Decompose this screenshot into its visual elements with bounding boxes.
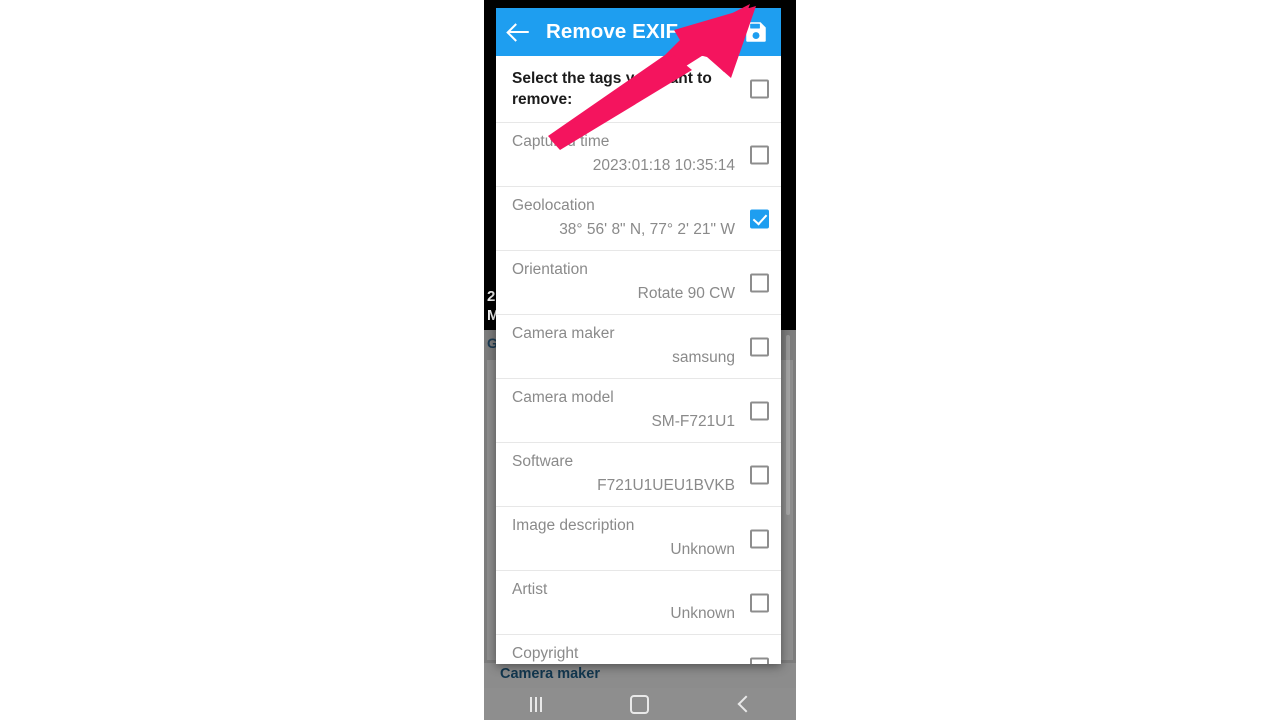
table-row[interactable]: Camera maker samsung: [496, 315, 781, 379]
nav-back-icon: [737, 695, 755, 713]
row-value: F721U1UEU1BVKB: [597, 477, 735, 494]
row-label: Copyright: [512, 645, 579, 662]
row-label: Captured time: [512, 133, 610, 150]
list-header-row[interactable]: Select the tags you want to remove:: [496, 56, 781, 123]
row-label: Orientation: [512, 261, 588, 278]
page-canvas: 2 M G Camera maker Remove EXIF Select th…: [0, 0, 1280, 720]
row-label: Software: [512, 453, 574, 470]
remove-exif-dialog: Remove EXIF Select the tags you want to …: [496, 8, 781, 664]
row-checkbox[interactable]: [750, 337, 769, 356]
home-icon: [630, 694, 650, 714]
list-header-checkbox[interactable]: [750, 79, 769, 99]
exif-tag-list[interactable]: Select the tags you want to remove: Capt…: [496, 56, 781, 664]
row-checkbox[interactable]: [750, 145, 769, 164]
table-row[interactable]: CopyrightUnknown: [496, 635, 781, 664]
dialog-appbar: Remove EXIF: [496, 8, 781, 56]
row-checkbox[interactable]: [750, 657, 769, 664]
row-value: samsung: [672, 349, 735, 366]
row-checkbox[interactable]: [750, 401, 769, 420]
list-header-label: Select the tags you want to remove:: [512, 70, 712, 108]
row-value: 2023:01:18 10:35:14: [592, 157, 735, 174]
android-navigation-bar: [484, 688, 796, 720]
phone-screenshot: 2 M G Camera maker Remove EXIF Select th…: [484, 0, 796, 720]
table-row[interactable]: Software F721U1UEU1BVKB: [496, 443, 781, 507]
recents-icon: [529, 696, 542, 712]
row-label: Image description: [512, 517, 635, 534]
background-bottom-label: Camera maker: [484, 663, 796, 688]
nav-recents-button[interactable]: [485, 688, 588, 720]
row-checkbox[interactable]: [750, 465, 769, 484]
background-fragment-1: 2: [487, 288, 496, 305]
background-bottom-label-text: Camera maker: [500, 666, 600, 682]
row-checkbox[interactable]: [750, 273, 769, 292]
nav-home-button[interactable]: [589, 688, 692, 720]
table-row[interactable]: Geolocation 38° 56' 8" N, 77° 2' 21" W: [496, 187, 781, 251]
row-value: 38° 56' 8" N, 77° 2' 21" W: [559, 221, 735, 238]
row-checkbox[interactable]: [750, 593, 769, 612]
row-label: Camera maker: [512, 325, 615, 342]
table-row[interactable]: Camera model SM-F721U1: [496, 379, 781, 443]
save-floppy-icon[interactable]: [743, 19, 769, 45]
table-row[interactable]: Captured time 2023:01:18 10:35:14: [496, 123, 781, 187]
row-checkbox[interactable]: [750, 529, 769, 548]
row-checkbox[interactable]: [750, 209, 769, 228]
nav-back-button[interactable]: [693, 688, 796, 720]
page-title: Remove EXIF: [546, 20, 679, 43]
background-scrollbar[interactable]: [786, 335, 790, 515]
row-label: Camera model: [512, 389, 614, 406]
row-value: Unknown: [670, 605, 735, 622]
table-row[interactable]: Image description Unknown: [496, 507, 781, 571]
back-arrow-icon[interactable]: [506, 19, 532, 45]
table-row[interactable]: Orientation Rotate 90 CW: [496, 251, 781, 315]
row-value: Unknown: [670, 541, 735, 558]
table-row[interactable]: Artist Unknown: [496, 571, 781, 635]
exif-rows-container: Captured time 2023:01:18 10:35:14 Geolocat…: [496, 123, 781, 664]
row-label: Artist: [512, 581, 548, 598]
row-label: Geolocation: [512, 197, 595, 214]
row-value: SM-F721U1: [651, 413, 735, 430]
row-value: Rotate 90 CW: [637, 285, 735, 302]
